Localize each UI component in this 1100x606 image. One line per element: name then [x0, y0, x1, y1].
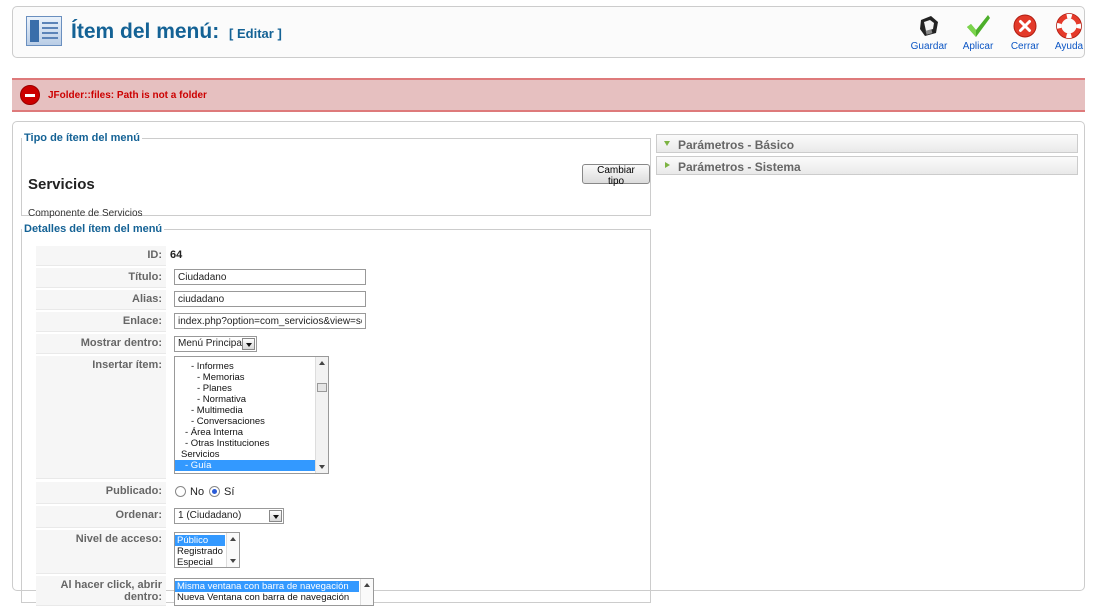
open-in-label: Al hacer click, abrir dentro:: [60, 579, 163, 603]
order-select[interactable]: 1 (Ciudadano): [174, 508, 284, 524]
menu-type-component: Componente de Servicios: [28, 208, 143, 219]
error-message: JFolder::files: Path is not a folder: [12, 78, 1085, 112]
title-input[interactable]: [174, 269, 366, 285]
link-label: Enlace:: [122, 315, 162, 327]
floppy-icon: [920, 16, 938, 36]
help-button[interactable]: Ayuda: [1045, 13, 1093, 55]
order-value: 1 (Ciudadano): [178, 510, 242, 521]
triangle-down-icon: [664, 141, 670, 146]
list-item-selected[interactable]: - Guía: [175, 460, 315, 471]
close-label: Cerrar: [1010, 41, 1040, 52]
scroll-up-icon[interactable]: [230, 537, 236, 541]
params-basic-label: Parámetros - Básico: [678, 138, 795, 152]
alias-label: Alias:: [132, 293, 162, 305]
access-level-row: Nivel de acceso: Público Registrado Espe…: [36, 530, 638, 574]
change-type-button[interactable]: Cambiar tipo: [582, 164, 650, 187]
scroll-thumb[interactable]: [317, 383, 327, 392]
open-in-row: Al hacer click, abrir dentro: Misma vent…: [36, 576, 638, 606]
insert-item-scrollbar[interactable]: [315, 357, 328, 473]
page-title-text: Ítem del menú:: [71, 20, 220, 43]
menu-item-details-legend: Detalles del ítem del menú: [24, 223, 163, 235]
alias-input[interactable]: [174, 291, 366, 307]
id-label: ID:: [147, 249, 162, 261]
insert-item-listbox[interactable]: - Informes - Memorias - Planes - Normati…: [174, 356, 329, 474]
list-item[interactable]: - Conversaciones: [175, 416, 328, 427]
order-label: Ordenar:: [115, 509, 162, 521]
save-button[interactable]: Guardar: [905, 13, 953, 55]
access-level-label: Nivel de acceso:: [75, 533, 162, 545]
params-system-label: Parámetros - Sistema: [678, 160, 801, 174]
scroll-up-icon[interactable]: [319, 361, 325, 365]
params-basic-pane[interactable]: Parámetros - Básico: [656, 134, 1078, 153]
save-label: Guardar: [910, 41, 948, 52]
title-label: Título:: [128, 271, 162, 283]
open-in-listbox[interactable]: Misma ventana con barra de navegación Nu…: [174, 578, 374, 606]
error-icon: [20, 85, 40, 105]
menu-item-type-legend: Tipo de ítem del menú: [24, 132, 140, 144]
published-label: Publicado:: [105, 485, 162, 497]
list-item[interactable]: - Normativa: [175, 394, 328, 405]
show-in-row: Mostrar dentro: Menú Principal: [36, 334, 638, 354]
show-in-value: Menú Principal: [178, 338, 245, 349]
show-in-select[interactable]: Menú Principal: [174, 336, 257, 352]
access-level-scrollbar[interactable]: [226, 533, 239, 567]
chevron-down-icon: [269, 510, 282, 522]
published-row: Publicado: No Sí: [36, 482, 638, 504]
apply-label: Aplicar: [962, 41, 994, 52]
order-row: Ordenar: 1 (Ciudadano): [36, 506, 638, 528]
list-item[interactable]: - Área Interna: [175, 427, 328, 438]
alias-row: Alias:: [36, 290, 638, 310]
list-item[interactable]: - Planes: [175, 383, 328, 394]
toolbar: Ítem del menú: [ Editar ] Guardar Aplica…: [12, 6, 1085, 58]
published-no-label: No: [190, 486, 205, 498]
triangle-right-icon: [665, 162, 670, 168]
scroll-down-icon[interactable]: [230, 559, 236, 563]
list-item[interactable]: - Informes: [175, 361, 328, 372]
page-title: Ítem del menú: [ Editar ]: [71, 20, 282, 44]
access-level-listbox[interactable]: Público Registrado Especial: [174, 532, 240, 568]
error-text: JFolder::files: Path is not a folder: [48, 90, 207, 101]
id-row: ID: 64: [36, 246, 638, 266]
page-subtitle: [ Editar ]: [229, 26, 282, 41]
link-row: Enlace:: [36, 312, 638, 332]
close-icon: [1013, 14, 1037, 38]
menu-item-icon: [26, 16, 62, 46]
title-row: Título:: [36, 268, 638, 288]
open-in-scrollbar[interactable]: [360, 579, 373, 605]
checkmark-icon: [967, 15, 990, 37]
open-in-option-new[interactable]: Nueva Ventana con barra de navegación: [175, 592, 373, 603]
list-item[interactable]: - Otras Instituciones: [175, 438, 328, 449]
scroll-up-icon[interactable]: [364, 583, 370, 587]
insert-item-row: Insertar ítem: - Informes - Memorias - P…: [36, 356, 638, 479]
menu-item-type-section: Tipo de ítem del menú Servicios Componen…: [21, 132, 651, 219]
list-item[interactable]: - Multimedia: [175, 405, 328, 416]
list-item[interactable]: - Memorias: [175, 372, 328, 383]
close-button[interactable]: Cerrar: [1001, 13, 1049, 55]
link-input[interactable]: [174, 313, 366, 329]
list-item[interactable]: Servicios: [175, 449, 328, 460]
access-option-public[interactable]: Público: [175, 535, 225, 546]
apply-button[interactable]: Aplicar: [954, 13, 1002, 55]
menu-item-details-section: Detalles del ítem del menú ID: 64 Título…: [21, 223, 651, 606]
published-no-radio[interactable]: [175, 486, 186, 497]
published-yes-label: Sí: [224, 486, 235, 498]
main-panel: Tipo de ítem del menú Servicios Componen…: [12, 121, 1085, 606]
menu-type-name: Servicios: [28, 176, 95, 193]
insert-item-label: Insertar ítem:: [92, 359, 162, 371]
lifebuoy-icon: [1056, 13, 1082, 39]
open-in-option-same[interactable]: Misma ventana con barra de navegación: [175, 581, 359, 592]
help-label: Ayuda: [1054, 41, 1084, 52]
chevron-down-icon: [242, 338, 255, 350]
params-system-pane[interactable]: Parámetros - Sistema: [656, 156, 1078, 175]
scroll-down-icon[interactable]: [319, 465, 325, 469]
published-yes-radio[interactable]: [209, 486, 220, 497]
id-value: 64: [170, 249, 183, 261]
show-in-label: Mostrar dentro:: [80, 337, 162, 349]
